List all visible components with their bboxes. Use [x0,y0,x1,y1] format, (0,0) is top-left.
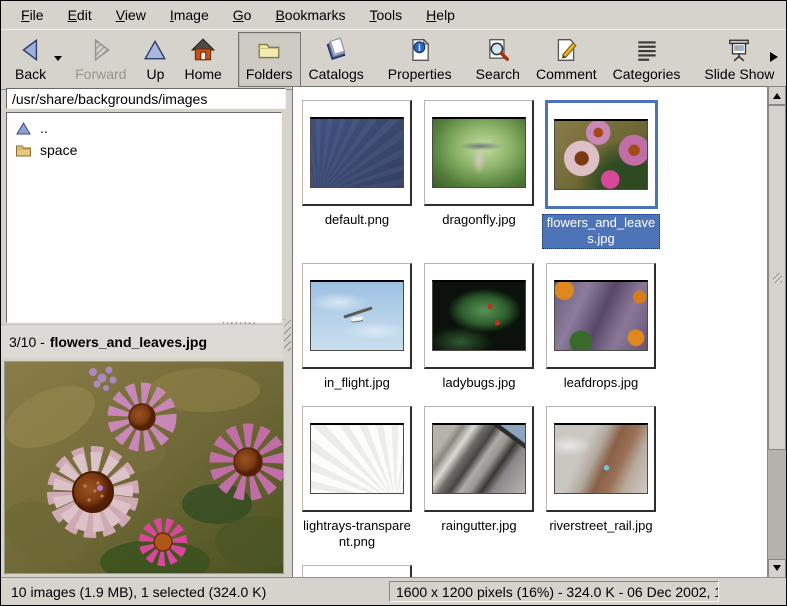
selected-filename: flowers_and_leaves.jpg [50,334,207,350]
vertical-scrollbar[interactable] [767,86,786,578]
thumbnail-label: default.png [322,211,392,229]
svg-text:i: i [418,43,421,53]
menu-file[interactable]: File [9,3,56,27]
list-icon [634,37,660,63]
location-input[interactable] [6,88,286,109]
collection-status: 10 images (1.9 MB), 1 selected (324.0 K) [11,584,266,600]
forward-icon [88,37,114,63]
full-screen-button[interactable]: Full Screen [782,32,787,87]
chevron-down-icon [54,56,62,65]
menu-bar: File Edit View Image Go Bookmarks Tools … [1,1,786,30]
thumbnail-image [310,423,404,494]
folder-item-parent[interactable]: .. [7,117,281,139]
info-bar: 3/10 - flowers_and_leaves.jpg [1,324,283,358]
thumbnail-item[interactable]: in_flight.jpg [302,263,412,392]
up-dir-icon [15,121,32,136]
home-button[interactable]: Home [176,32,229,87]
arrow-down-icon [773,565,781,575]
thumbnail-card[interactable] [546,263,656,369]
menu-view[interactable]: View [104,3,158,27]
image-position: 3/10 - [9,334,45,350]
thumbnail-item[interactable]: default.png [302,100,412,229]
thumbnail-card[interactable] [302,263,412,369]
thumbnail-label: leafdrops.jpg [561,374,641,392]
thumbnail-image [310,280,404,351]
thumbnail-grid: default.png dragonfly.jpg flowers_and_leav… [293,87,767,578]
thumbnail-image [554,423,648,494]
thumbnail-card[interactable] [545,100,658,209]
thumbnail-label: in_flight.jpg [321,374,393,392]
folder-icon [256,37,282,63]
menu-bookmarks[interactable]: Bookmarks [263,3,357,27]
properties-button[interactable]: i Properties [380,32,460,87]
thumbnail-label: dragonfly.jpg [439,211,518,229]
up-icon [142,37,168,63]
thumbnail-label: lightrays-transparent.png [298,517,416,552]
forward-button[interactable]: Forward [67,32,134,87]
catalogs-button[interactable]: Catalogs [301,32,372,87]
thumbnail-item[interactable]: leafdrops.jpg [546,263,656,392]
thumbnail-card[interactable] [424,263,534,369]
thumbnail-image [432,117,526,188]
scrollbar-thumb[interactable] [768,105,786,450]
thumbnail-card[interactable] [302,406,412,512]
categories-button[interactable]: Categories [605,32,689,87]
thumbnail-item[interactable]: flowers_and_leaves.jpg [542,100,660,249]
menu-tools[interactable]: Tools [357,3,414,27]
thumbnail-item[interactable]: lightrays-transparent.png [298,406,416,552]
comment-icon [553,37,579,63]
thumbnail-label: raingutter.jpg [438,517,519,535]
app-window: File Edit View Image Go Bookmarks Tools … [0,0,787,606]
thumbnail-image [432,423,526,494]
search-button[interactable]: Search [468,32,528,87]
status-bar: 10 images (1.9 MB), 1 selected (324.0 K)… [1,577,786,605]
thumbnail-label: flowers_and_leaves.jpg [542,214,660,249]
home-icon [190,37,216,63]
thumbnail-item[interactable]: ladybugs.jpg [424,263,534,392]
preview-image [4,361,284,574]
thumbnail-image [310,117,404,188]
thumbnail-label: ladybugs.jpg [440,374,519,392]
toolbar: Back Forward Up [1,30,786,90]
scroll-up-button[interactable] [768,86,786,105]
thumbnail-item[interactable]: riverstreet_rail.jpg [546,406,656,535]
folders-button[interactable]: Folders [238,32,301,87]
folder-item-space[interactable]: space [7,139,281,161]
thumbnail-item[interactable]: raingutter.jpg [424,406,534,535]
slideshow-icon [726,37,752,63]
comment-button[interactable]: Comment [528,32,605,87]
folder-icon [15,143,32,158]
arrow-up-icon [773,89,781,99]
flowers-preview-art [5,362,283,573]
thumbnail-image [554,280,648,351]
search-icon [485,37,511,63]
book-icon [323,37,349,63]
scroll-down-button[interactable] [768,559,786,578]
pane-splitter-handle[interactable] [284,319,291,351]
thumbnail-card[interactable] [424,100,534,206]
back-icon [18,37,44,63]
back-history-dropdown[interactable] [52,50,64,71]
thumbnail-card[interactable] [424,406,534,512]
main-area: .. space 3/10 - flowers_and_leaves.jpg [1,86,786,578]
thumbnail-card[interactable] [302,100,412,206]
thumbnail-label: riverstreet_rail.jpg [546,517,655,535]
scrollbar-track[interactable] [768,105,786,559]
thumbnail-item[interactable]: dragonfly.jpg [424,100,534,229]
thumbnail-image [432,280,526,351]
thumbnail-card[interactable] [546,406,656,512]
menu-image[interactable]: Image [158,3,221,27]
back-button[interactable]: Back [7,32,54,87]
menu-help[interactable]: Help [414,3,467,27]
folder-tree: .. space [6,112,282,323]
thumbnail-image [554,119,648,190]
toolbar-overflow-arrow[interactable] [770,52,783,62]
image-info-status: 1600 x 1200 pixels (16%) - 324.0 K - 06 … [389,581,719,602]
up-button[interactable]: Up [134,32,176,87]
thumbnail-pane: default.png dragonfly.jpg flowers_and_leav… [292,86,767,578]
menu-edit[interactable]: Edit [56,3,104,27]
menu-go[interactable]: Go [221,3,264,27]
properties-icon: i [407,37,433,63]
pane-splitter[interactable] [283,86,292,578]
